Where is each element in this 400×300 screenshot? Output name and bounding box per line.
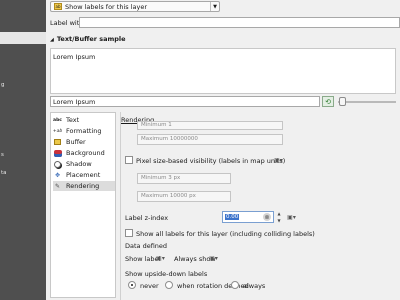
always-show-override-icon[interactable]: ▣▾ <box>207 253 220 263</box>
tab-placement[interactable]: ✥ Placement <box>53 170 115 180</box>
sidebar-item-label[interactable]: s <box>1 152 4 158</box>
sample-text-value: Lorem Ipsum <box>53 97 96 106</box>
tab-label: Buffer <box>66 138 86 146</box>
upside-always-radio[interactable] <box>231 281 239 289</box>
collapse-triangle-icon[interactable]: ◢ <box>50 37 54 43</box>
sidebar-item-label[interactable]: ta <box>1 170 7 176</box>
max-px-placeholder: Maximum 10000 px <box>141 193 196 199</box>
tab-shadow[interactable]: Shadow <box>53 159 115 169</box>
sample-text-input[interactable]: Lorem Ipsum <box>50 96 320 107</box>
zindex-value: 0.00 <box>225 214 240 220</box>
text-sample-preview: Lorem Ipsum <box>50 48 396 94</box>
upside-rotation-radio[interactable] <box>165 281 173 289</box>
sample-group-title: Text/Buffer sample <box>56 35 126 43</box>
sample-group-header[interactable]: ◢ Text/Buffer sample <box>50 35 126 43</box>
rendering-icon: ✎ <box>54 182 61 190</box>
background-icon <box>53 149 62 157</box>
zindex-stepper[interactable]: ▲ ▼ <box>275 211 283 223</box>
label-settings-tabs: abc Text +ab Formatting Buffer Backgroun… <box>50 112 116 298</box>
tab-formatting[interactable]: +ab Formatting <box>53 126 115 136</box>
upside-never-radio[interactable] <box>128 281 136 289</box>
min-px-field[interactable]: Minimum 3 px <box>137 173 231 184</box>
show-all-labels-label: Show all labels for this layer (includin… <box>136 230 315 238</box>
reset-sample-icon[interactable]: ⟲ <box>322 96 334 107</box>
pixel-visibility-label: Pixel size-based visibility (labels in m… <box>136 157 286 165</box>
label-mode-select[interactable]: ab Show labels for this layer ▼ <box>50 1 220 12</box>
clear-icon[interactable]: ⊗ <box>263 213 271 221</box>
label-with-field[interactable] <box>79 17 400 28</box>
min-px-placeholder: Minimum 3 px <box>141 175 181 181</box>
buffer-icon <box>53 138 62 146</box>
zoom-slider-track[interactable] <box>338 101 396 103</box>
sidebar-item-label[interactable]: g <box>1 82 5 88</box>
label-mode-icon: ab <box>54 3 62 10</box>
chevron-down-icon[interactable]: ▼ <box>210 2 219 11</box>
maximum-scale-placeholder: Maximum 10000000 <box>141 136 198 142</box>
max-px-field[interactable]: Maximum 10000 px <box>137 191 231 202</box>
show-label-override-icon[interactable]: ▣▾ <box>154 253 167 263</box>
show-all-labels-checkbox[interactable] <box>125 229 133 237</box>
zindex-override-icon[interactable]: ▣▾ <box>285 212 298 222</box>
tab-label: Placement <box>66 171 101 179</box>
formatting-icon: +ab <box>52 128 63 134</box>
placement-icon: ✥ <box>54 171 61 179</box>
tab-text[interactable]: abc Text <box>53 115 115 125</box>
stepper-up-icon[interactable]: ▲ <box>277 211 280 216</box>
tab-label: Formatting <box>66 127 102 135</box>
zindex-input[interactable]: 0.00 ⊗ <box>222 211 274 223</box>
upside-always-label: always <box>243 282 266 290</box>
sidebar-selected-item[interactable] <box>0 32 46 44</box>
abc-icon: abc <box>53 117 62 123</box>
zindex-label: Label z-index <box>125 214 169 222</box>
pixel-visibility-checkbox[interactable] <box>125 156 133 164</box>
tab-label: Rendering <box>66 182 100 190</box>
label-mode-value: Show labels for this layer <box>65 2 148 11</box>
left-sidebar: g s ta <box>0 0 46 300</box>
minimum-scale-placeholder: Minimum 1 <box>141 122 172 128</box>
tab-label: Shadow <box>66 160 92 168</box>
data-defined-label: Data defined <box>125 242 168 250</box>
labels-properties-panel: ab Show labels for this layer ▼ Label wi… <box>46 0 400 300</box>
rendering-settings: Rendering Minimum 1 Maximum 10000000 Pix… <box>120 112 400 300</box>
tab-rendering[interactable]: ✎ Rendering <box>53 181 115 191</box>
zoom-slider-handle[interactable] <box>339 97 346 106</box>
maximum-scale-field[interactable]: Maximum 10000000 <box>137 134 283 145</box>
minimum-scale-field[interactable]: Minimum 1 <box>137 121 283 130</box>
upside-never-label: never <box>140 282 159 290</box>
sample-preview-text: Lorem Ipsum <box>53 53 96 61</box>
data-defined-override-icon[interactable]: ▣▾ <box>272 155 285 165</box>
upside-down-label: Show upside-down labels <box>125 270 208 278</box>
tab-label: Background <box>66 149 105 157</box>
tab-buffer[interactable]: Buffer <box>53 137 115 147</box>
stepper-down-icon[interactable]: ▼ <box>277 218 280 223</box>
shadow-icon <box>53 160 62 168</box>
tab-background[interactable]: Background <box>53 148 115 158</box>
tab-label: Text <box>66 116 80 124</box>
